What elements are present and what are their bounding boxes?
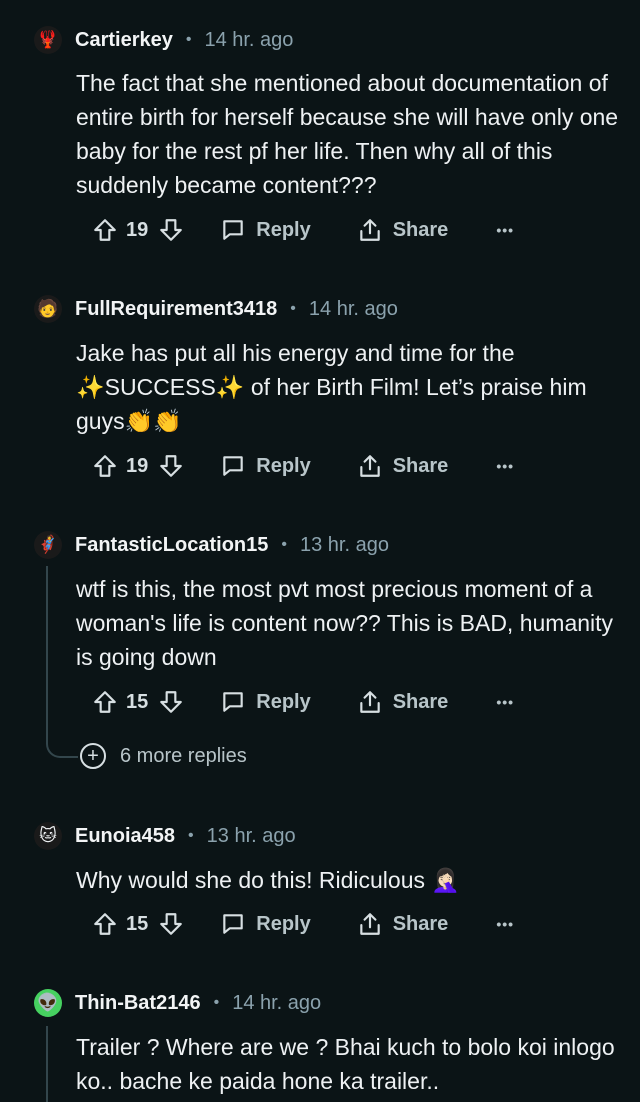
reply-label: Reply: [256, 454, 311, 477]
separator-dot: •: [213, 994, 220, 1011]
reply-button[interactable]: Reply: [220, 453, 311, 479]
avatar-icon: 🦸: [37, 535, 59, 554]
avatar-icon: 🧑: [37, 299, 59, 318]
more-replies-label: 6 more replies: [120, 744, 247, 767]
downvote-button[interactable]: [158, 689, 184, 715]
username[interactable]: FullRequirement3418: [75, 298, 277, 321]
comment-icon: [223, 456, 243, 476]
vote-score: 19: [126, 218, 149, 241]
downvote-button[interactable]: [158, 217, 184, 243]
more-options-button[interactable]: •••: [496, 222, 514, 238]
username[interactable]: FantasticLocation15: [75, 534, 268, 557]
share-button[interactable]: Share: [357, 217, 449, 243]
upvote-icon: [94, 913, 116, 935]
action-bar: 19 Reply Share •••: [92, 446, 514, 486]
downvote-icon: [160, 913, 183, 935]
share-button[interactable]: Share: [357, 453, 449, 479]
separator-dot: •: [281, 536, 287, 553]
avatar[interactable]: 🦸: [34, 531, 62, 559]
upvote-button[interactable]: [92, 453, 118, 479]
more-icon: •••: [496, 222, 515, 238]
reply-label: Reply: [256, 912, 311, 935]
downvote-icon: [160, 455, 183, 477]
more-options-button[interactable]: •••: [496, 694, 514, 710]
avatar[interactable]: 🐱: [34, 822, 62, 850]
username[interactable]: Cartierkey: [75, 29, 173, 52]
action-bar: 15 Reply Share •••: [92, 904, 514, 944]
downvote-button[interactable]: [158, 911, 184, 937]
username[interactable]: Thin-Bat2146: [75, 992, 201, 1015]
share-icon: [359, 219, 380, 241]
avatar[interactable]: 🦞: [34, 26, 62, 54]
avatar[interactable]: 🧑: [34, 295, 62, 323]
upvote-button[interactable]: [92, 217, 118, 243]
action-bar: 19 Reply Share •••: [92, 210, 514, 250]
timestamp: 14 hr. ago: [308, 297, 398, 320]
reply-label: Reply: [256, 690, 311, 713]
share-label: Share: [392, 690, 449, 713]
reply-button[interactable]: Reply: [220, 217, 311, 243]
vote-score: 15: [126, 690, 149, 713]
thread-line[interactable]: [46, 566, 48, 744]
share-label: Share: [392, 218, 449, 241]
comment-body: wtf is this, the most pvt most precious …: [76, 576, 614, 670]
avatar-icon: 🐱: [39, 826, 57, 845]
comment-body: The fact that she mentioned about docume…: [76, 70, 619, 198]
share-label: Share: [392, 454, 449, 477]
reply-button[interactable]: Reply: [220, 911, 311, 937]
comment-body: Jake has put all his energy and time for…: [76, 340, 587, 434]
share-label: Share: [392, 912, 449, 935]
separator-dot: •: [185, 31, 192, 48]
downvote-button[interactable]: [158, 453, 184, 479]
share-icon: [359, 455, 380, 477]
upvote-icon: [94, 219, 116, 241]
more-icon: •••: [496, 694, 515, 710]
more-options-button[interactable]: •••: [496, 916, 514, 932]
share-button[interactable]: Share: [357, 911, 449, 937]
comment-body: Why would she do this! Ridiculous 🤦🏻‍♀️: [76, 867, 461, 893]
more-icon: •••: [496, 458, 515, 474]
thread-branch: [46, 744, 78, 758]
upvote-icon: [94, 691, 116, 713]
downvote-icon: [160, 219, 183, 241]
comment-header: 🦞 Cartierkey • 14 hr. ago: [34, 25, 293, 55]
downvote-icon: [160, 691, 183, 713]
more-replies-button[interactable]: + 6 more replies: [80, 743, 247, 769]
action-bar: 15 Reply Share •••: [92, 682, 514, 722]
more-options-button[interactable]: •••: [496, 458, 514, 474]
avatar-icon: 🦞: [37, 30, 59, 49]
separator-dot: •: [290, 300, 296, 317]
timestamp: 14 hr. ago: [232, 991, 322, 1014]
comment-icon: [223, 692, 243, 712]
comment-body: Trailer ? Where are we ? Bhai kuch to bo…: [76, 1034, 615, 1094]
comment-header: 🦸 FantasticLocation15 • 13 hr. ago: [34, 530, 389, 560]
comment-icon: [223, 914, 243, 934]
comment-icon: [223, 220, 243, 240]
upvote-button[interactable]: [92, 911, 118, 937]
thread-line[interactable]: [46, 1026, 48, 1102]
plus-icon: +: [80, 743, 106, 769]
username[interactable]: Eunoia458: [75, 825, 175, 848]
comment-header: 🐱 Eunoia458 • 13 hr. ago: [34, 821, 296, 851]
share-button[interactable]: Share: [357, 689, 449, 715]
vote-score: 15: [126, 912, 149, 935]
share-icon: [359, 913, 380, 935]
upvote-icon: [94, 455, 116, 477]
upvote-button[interactable]: [92, 689, 118, 715]
vote-score: 19: [126, 454, 149, 477]
share-icon: [359, 691, 380, 713]
reply-label: Reply: [256, 218, 311, 241]
timestamp: 14 hr. ago: [204, 28, 294, 51]
timestamp: 13 hr. ago: [206, 824, 296, 847]
comment-header: 👽 Thin-Bat2146 • 14 hr. ago: [34, 988, 321, 1018]
reply-button[interactable]: Reply: [220, 689, 311, 715]
timestamp: 13 hr. ago: [300, 533, 389, 556]
separator-dot: •: [188, 827, 194, 844]
comment-header: 🧑 FullRequirement3418 • 14 hr. ago: [34, 294, 398, 324]
more-icon: •••: [496, 916, 515, 932]
avatar-icon: 👽: [37, 993, 59, 1012]
avatar[interactable]: 👽: [34, 989, 62, 1017]
